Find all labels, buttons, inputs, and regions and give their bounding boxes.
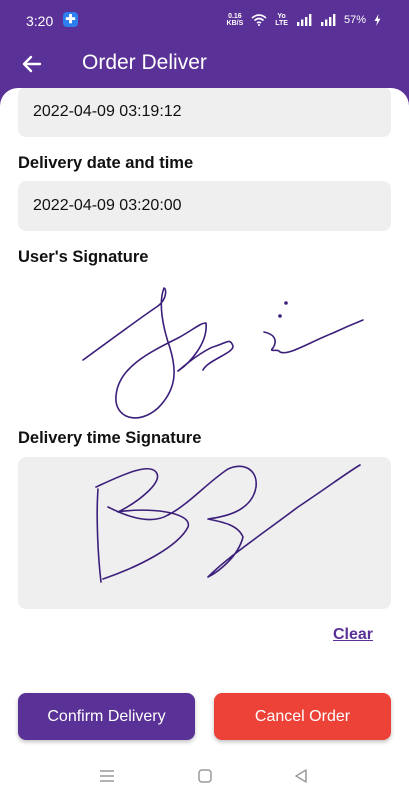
arrow-left-icon[interactable] <box>20 52 44 76</box>
order-form-sheet: 2022-04-09 03:19:12 Delivery date and ti… <box>0 88 409 800</box>
menu-icon[interactable] <box>99 769 115 788</box>
charging-icon <box>374 14 381 26</box>
signal-icon <box>296 14 312 26</box>
user-signature-label: User's Signature <box>18 248 149 266</box>
back-triangle-icon[interactable] <box>293 768 309 789</box>
net-speed-unit: KB/S <box>226 20 244 27</box>
status-icons: 0.16 KB/S Yo LTE 57% <box>227 10 381 30</box>
home-icon[interactable] <box>197 768 213 789</box>
volte-indicator: Yo LTE <box>275 13 288 27</box>
network-speed: 0.16 KB/S <box>227 13 244 27</box>
net-speed-value: 0.16 <box>228 13 242 20</box>
clear-signature-link[interactable]: Clear <box>333 626 373 644</box>
confirm-delivery-button[interactable]: Confirm Delivery <box>18 693 195 740</box>
delivery-datetime-label: Delivery date and time <box>18 154 194 172</box>
delivery-signature-label: Delivery time Signature <box>18 429 202 447</box>
status-time: 3:20 <box>26 13 54 29</box>
wifi-icon <box>251 14 267 26</box>
battery-percent: 57% <box>343 14 366 26</box>
first-datetime-field[interactable]: 2022-04-09 03:19:12 <box>18 88 391 137</box>
app-bar: Order Deliver <box>0 40 409 88</box>
volte-top: Yo <box>277 13 286 20</box>
status-bar: 3:20 ✚ 0.16 KB/S Yo LTE 57% <box>0 0 409 40</box>
signal-icon-2 <box>320 14 336 26</box>
volte-bottom: LTE <box>275 20 288 27</box>
delivery-datetime-field[interactable]: 2022-04-09 03:20:00 <box>18 181 391 231</box>
app-notification-icon: ✚ <box>63 12 78 27</box>
system-nav-bar <box>0 755 409 800</box>
delivery-signature-pad[interactable] <box>18 457 391 609</box>
user-signature-pad[interactable] <box>18 268 391 434</box>
cancel-order-button[interactable]: Cancel Order <box>214 693 391 740</box>
page-title: Order Deliver <box>82 51 207 74</box>
